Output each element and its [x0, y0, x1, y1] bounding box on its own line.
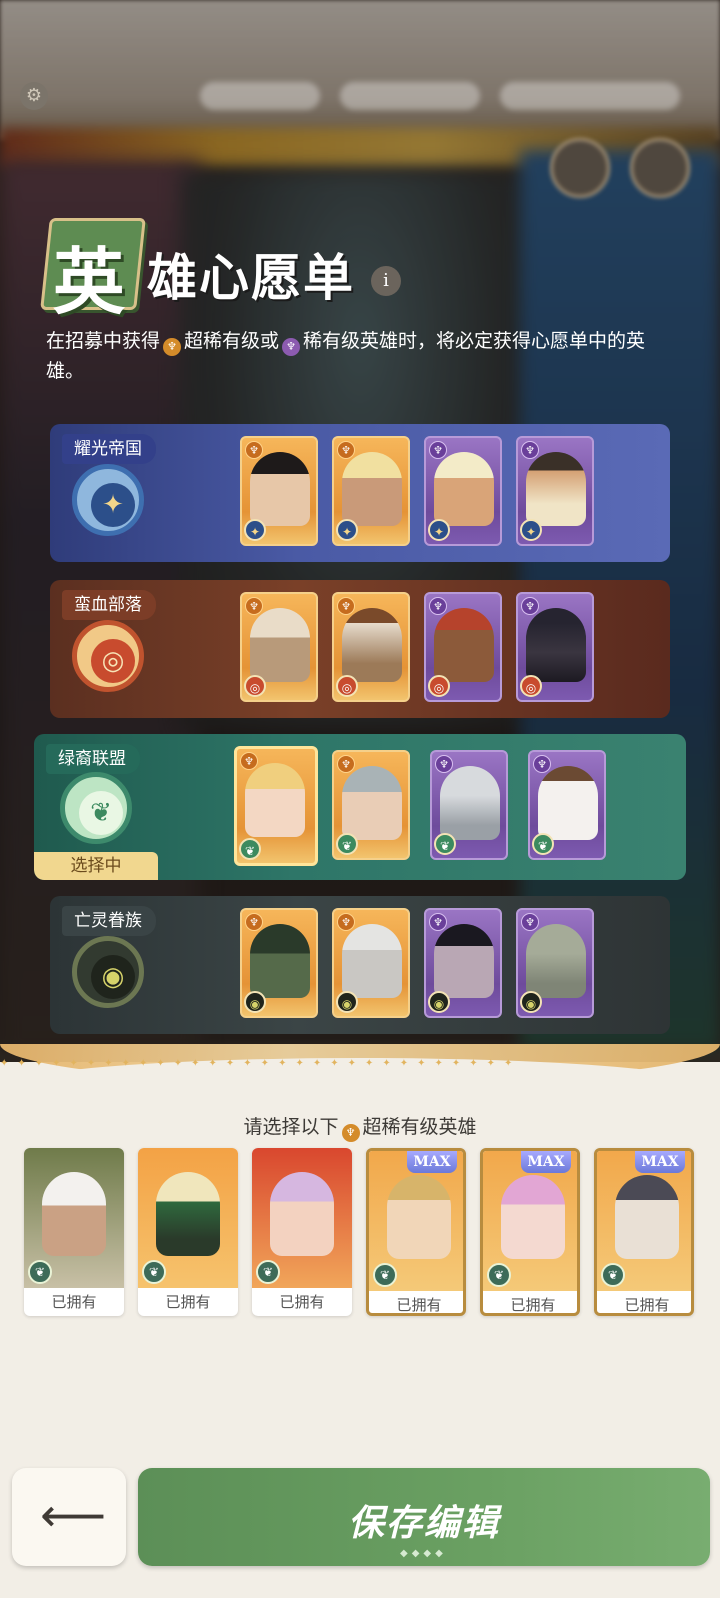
owned-label: 已拥有: [624, 1296, 670, 1314]
hero-slot[interactable]: ♆ ✦: [240, 436, 318, 546]
save-edit-button[interactable]: 保存编辑 ◆◆◆◆: [138, 1468, 710, 1566]
hero-slot[interactable]: ♆ ❦: [528, 750, 606, 860]
faction-row-lightbearers[interactable]: 耀光帝国 ✦ ♆ ✦ ♆ ✦ ♆ ✦ ♆ ✦: [50, 424, 670, 562]
wishlist-description: 在招募中获得 ♆ 超稀有级或 ♆ 稀有级英雄时，将必定获得心愿单中的英雄。: [46, 330, 646, 382]
top-bar: ⚙: [20, 78, 700, 198]
hero-slot[interactable]: ♆ ◎: [424, 592, 502, 702]
star-emblem-icon: ✦: [72, 464, 144, 536]
save-edit-label: 保存编辑: [347, 1502, 500, 1544]
decorative-dots: ◆◆◆◆: [400, 1548, 447, 1559]
super-rare-icon: ♆: [341, 1124, 360, 1142]
wilder-faction-icon: ❦: [142, 1260, 166, 1284]
picker-hero-card[interactable]: MAX ❦ 已拥有: [594, 1148, 694, 1316]
decorative-stars: ✦✦✦✦✦✦✦✦✦✦✦✦✦✦✦✦✦✦✦✦✦✦✦✦✦✦✦✦✦✦: [0, 1058, 522, 1069]
wilder-faction-icon: ❦: [601, 1263, 625, 1287]
owned-label: 已拥有: [165, 1293, 211, 1311]
faction-row-wilders[interactable]: 绿裔联盟 ❦ 选择中 ♆ ❦ ♆ ❦ ♆ ❦ ♆ ❦: [34, 734, 686, 880]
back-arrow-icon: ⟵: [40, 1488, 106, 1542]
currency-pill: [340, 82, 480, 110]
hero-slot[interactable]: ♆ ❦: [234, 746, 318, 866]
back-button[interactable]: ⟵: [12, 1468, 126, 1566]
eye-emblem-icon: ◉: [72, 936, 144, 1008]
faction-name: 绿裔联盟: [46, 744, 140, 774]
wilder-faction-icon: ❦: [256, 1260, 280, 1284]
avatar: [550, 138, 610, 198]
leaf-emblem-icon: ❦: [60, 772, 132, 844]
hero-slot[interactable]: ♆ ◎: [240, 592, 318, 702]
owned-label: 已拥有: [510, 1296, 556, 1314]
hero-slot[interactable]: ♆ ◉: [424, 908, 502, 1018]
super-rare-icon: ♆: [163, 338, 182, 356]
picker-hero-card[interactable]: ❦ 已拥有: [252, 1148, 352, 1316]
title-text: 雄心愿单: [147, 248, 355, 307]
hero-slot[interactable]: ♆ ✦: [424, 436, 502, 546]
hero-slot[interactable]: ♆ ◎: [332, 592, 410, 702]
owned-label: 已拥有: [51, 1293, 97, 1311]
wilder-faction-icon: ❦: [487, 1263, 511, 1287]
hero-slot[interactable]: ♆ ◉: [516, 908, 594, 1018]
picker-hero-card[interactable]: ❦ 已拥有: [24, 1148, 124, 1316]
hero-slot[interactable]: ♆ ❦: [430, 750, 508, 860]
wilder-faction-icon: ❦: [28, 1260, 52, 1284]
hero-slot[interactable]: ♆ ❦: [332, 750, 410, 860]
faction-name: 蛮血部落: [62, 590, 156, 620]
picker-hero-card[interactable]: MAX ❦ 已拥有: [366, 1148, 466, 1316]
settings-icon[interactable]: ⚙: [20, 82, 48, 110]
faction-name: 亡灵眷族: [62, 906, 156, 936]
currency-pill: [200, 82, 320, 110]
page-title: 英 雄心愿单 i: [40, 218, 445, 324]
selected-tag: 选择中: [34, 852, 158, 880]
hero-slot[interactable]: ♆ ◉: [332, 908, 410, 1018]
hero-slot[interactable]: ♆ ✦: [332, 436, 410, 546]
picker-hero-card[interactable]: MAX ❦ 已拥有: [480, 1148, 580, 1316]
wilder-faction-icon: ❦: [373, 1263, 397, 1287]
info-icon[interactable]: i: [371, 266, 401, 296]
hero-slot[interactable]: ♆ ◉: [240, 908, 318, 1018]
hero-slot[interactable]: ♆ ✦: [516, 436, 594, 546]
avatar: [630, 138, 690, 198]
hero-slot[interactable]: ♆ ◎: [516, 592, 594, 702]
max-badge: MAX: [407, 1151, 457, 1173]
rare-icon: ♆: [282, 338, 301, 356]
owned-label: 已拥有: [279, 1293, 325, 1311]
faction-row-graveborn[interactable]: 亡灵眷族 ◉ ♆ ◉ ♆ ◉ ♆ ◉ ♆ ◉: [50, 896, 670, 1034]
picker-hero-card[interactable]: ❦ 已拥有: [138, 1148, 238, 1316]
picker-title: 请选择以下 ♆ 超稀有级英雄: [0, 1112, 720, 1142]
max-badge: MAX: [635, 1151, 685, 1173]
target-emblem-icon: ◎: [72, 620, 144, 692]
currency-pill: [500, 82, 680, 110]
faction-name: 耀光帝国: [62, 434, 156, 464]
owned-label: 已拥有: [396, 1296, 442, 1314]
faction-row-maulers[interactable]: 蛮血部落 ◎ ♆ ◎ ♆ ◎ ♆ ◎ ♆ ◎: [50, 580, 670, 718]
title-badge: 英: [40, 218, 146, 324]
max-badge: MAX: [521, 1151, 571, 1173]
